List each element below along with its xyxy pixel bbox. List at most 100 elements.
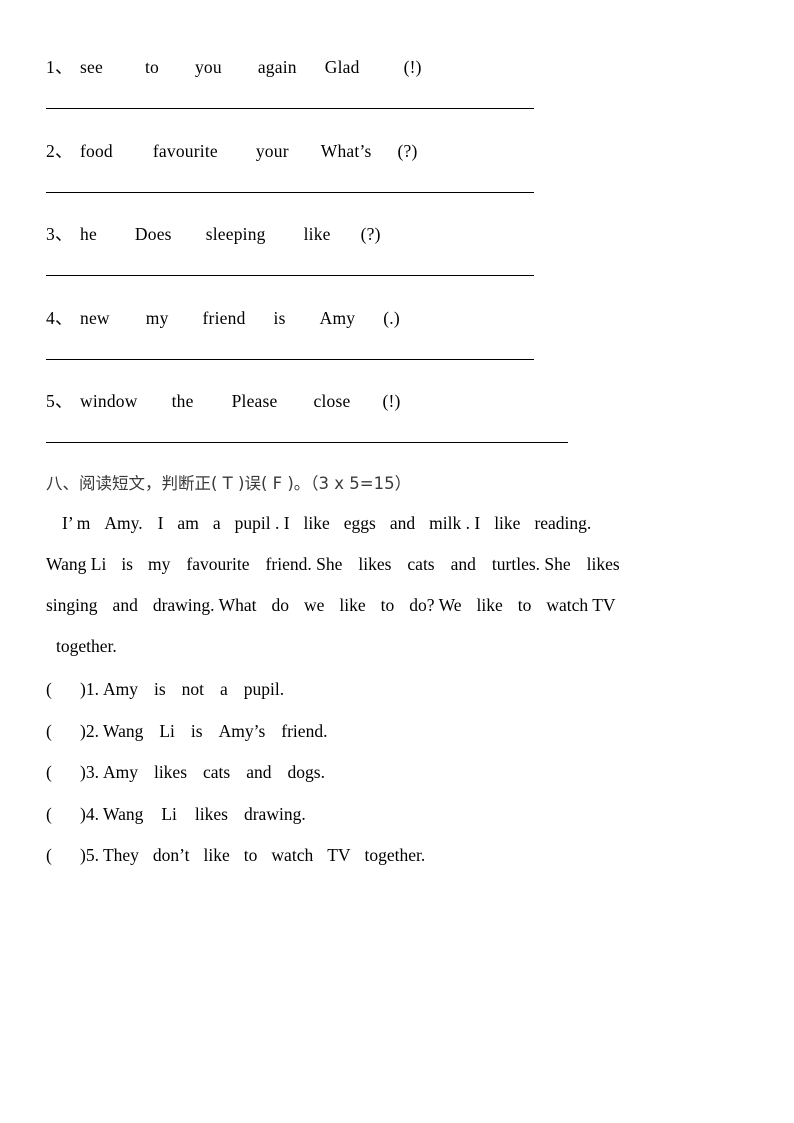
passage-word: pupil . I <box>234 513 290 533</box>
passage-word: likes <box>586 554 620 574</box>
true-false-word: don’t <box>152 845 190 865</box>
passage-word: Wang Li <box>46 554 107 574</box>
reorder-word: (!) <box>382 391 401 411</box>
true-false-item: ()3. Amy likes cats and dogs. <box>46 752 746 794</box>
passage-word: like <box>339 595 366 615</box>
reorder-word: (?) <box>360 224 381 244</box>
true-false-item: ()4. Wang Li likes drawing. <box>46 794 746 836</box>
true-false-word: like <box>203 845 230 865</box>
answer-write-line[interactable] <box>46 358 534 360</box>
passage-word: am <box>177 513 199 533</box>
passage-word: my <box>148 554 171 574</box>
passage-word: and <box>389 513 416 533</box>
passage-word: I’ m <box>62 513 91 533</box>
true-false-word: cats <box>203 762 231 782</box>
reorder-word: (.) <box>383 307 400 328</box>
true-false-word: Amy <box>102 679 138 699</box>
reorder-item: 3、 he Does sleeping like (?) <box>46 221 746 276</box>
passage-word: do <box>271 595 290 615</box>
answer-blank-bracket[interactable]: ( <box>46 794 80 836</box>
true-false-word: Wang <box>102 720 144 741</box>
answer-blank-bracket[interactable]: ( <box>46 835 80 877</box>
reading-passage: I’ m Amy. Iam a pupil . Ilike eggs and milk . I… <box>46 503 746 667</box>
reorder-word: window <box>80 391 138 411</box>
reorder-item-number: 3、 <box>46 224 73 244</box>
passage-word: watch TV <box>546 595 616 615</box>
document-page: 1、 see to you again Glad (!) 2、 food favourite you… <box>0 0 794 1123</box>
passage-word: I <box>157 513 164 533</box>
true-false-word: likes <box>194 803 228 824</box>
reorder-item: 2、 food favourite your What’s (?) <box>46 138 746 193</box>
reorder-word-row: 4、 new my friend is Amy (.) <box>46 305 746 335</box>
answer-write-line[interactable] <box>46 275 534 276</box>
passage-word: turtles. She <box>491 554 571 574</box>
passage-word: and <box>112 595 138 615</box>
true-false-word: watch <box>271 845 314 865</box>
answer-blank-bracket[interactable]: ( <box>46 669 80 711</box>
true-false-word: is <box>153 679 166 699</box>
passage-word: friend. She <box>265 554 343 574</box>
reorder-word-row: 1、 see to you again Glad (!) <box>46 54 746 84</box>
true-false-item: ()5. They don’t like to watch TV together. <box>46 835 746 877</box>
passage-word: like <box>494 513 521 533</box>
passage-word: singing <box>46 595 98 615</box>
reorder-word: favourite <box>152 140 218 161</box>
answer-blank-bracket[interactable]: ( <box>46 711 80 753</box>
reorder-word: Does <box>134 224 172 244</box>
passage-word: to <box>380 595 395 615</box>
true-false-word: likes <box>153 762 188 782</box>
answer-blank-bracket[interactable]: ( <box>46 752 80 794</box>
true-false-item-number: )2. <box>80 720 99 741</box>
reorder-word: friend <box>202 307 246 328</box>
passage-word: is <box>121 554 133 574</box>
passage-word: do? We <box>409 595 462 615</box>
reorder-word: to <box>144 57 159 77</box>
reorder-word: (?) <box>397 140 418 161</box>
reorder-item-number: 4、 <box>46 307 73 328</box>
reorder-word: your <box>255 140 289 161</box>
section-eight-heading: 八、阅读短文，判断正( T )误( F )。（3 x 5=15） <box>46 474 412 493</box>
reorder-word: food <box>80 140 113 161</box>
true-false-item: ()1. Amy is not a pupil. <box>46 669 746 711</box>
true-false-question-list: ()1. Amy is not a pupil.()2. Wang Li is Amy’s frie… <box>46 669 746 877</box>
true-false-word: not <box>181 679 205 699</box>
true-false-word: to <box>243 845 258 865</box>
passage-line: together. <box>46 626 746 667</box>
reorder-word: new <box>80 307 110 328</box>
passage-word: and <box>450 554 476 574</box>
reorder-item: 5、 window the Please close (!) <box>46 388 746 443</box>
reorder-word: again <box>257 57 297 77</box>
true-false-word: is <box>190 720 203 741</box>
reorder-item: 1、 see to you again Glad (!) <box>46 54 746 109</box>
passage-line: singing and drawing. What do we like to do? We l… <box>46 585 746 626</box>
reorder-item-number: 5、 <box>46 391 73 411</box>
reorder-item: 4、 new my friend is Amy (.) <box>46 305 746 360</box>
reorder-word: he <box>80 224 97 244</box>
reorder-word: (!) <box>403 57 422 77</box>
passage-word: we <box>304 595 325 615</box>
reorder-word: you <box>194 57 222 77</box>
passage-word: like <box>476 595 503 615</box>
reorder-item-number: 1、 <box>46 57 73 77</box>
answer-write-line[interactable] <box>46 108 534 109</box>
reorder-word: What’s <box>320 140 372 161</box>
reorder-word: Please <box>231 391 278 411</box>
true-false-word: friend. <box>281 720 328 741</box>
reorder-word: is <box>273 307 286 328</box>
reorder-word-row: 5、 window the Please close (!) <box>46 388 746 418</box>
true-false-word: Amy’s <box>218 720 266 741</box>
answer-write-line[interactable] <box>46 191 534 193</box>
passage-line: I’ m Amy. Iam a pupil . I like eggs and milk . I… <box>46 503 746 544</box>
passage-word: likes <box>358 554 392 574</box>
reorder-word: close <box>313 391 351 411</box>
passage-word: a <box>212 513 221 533</box>
passage-word: eggs <box>343 513 376 533</box>
true-false-item: ()2. Wang Li is Amy’s friend. <box>46 711 746 753</box>
true-false-word: pupil. <box>243 679 285 699</box>
passage-word: drawing. What <box>152 595 257 615</box>
reorder-word: Amy <box>319 307 356 328</box>
true-false-item-number: )4. <box>80 803 99 824</box>
true-false-word: Li <box>161 803 177 824</box>
answer-write-line[interactable] <box>46 442 568 443</box>
reorder-word: Glad <box>324 57 360 77</box>
